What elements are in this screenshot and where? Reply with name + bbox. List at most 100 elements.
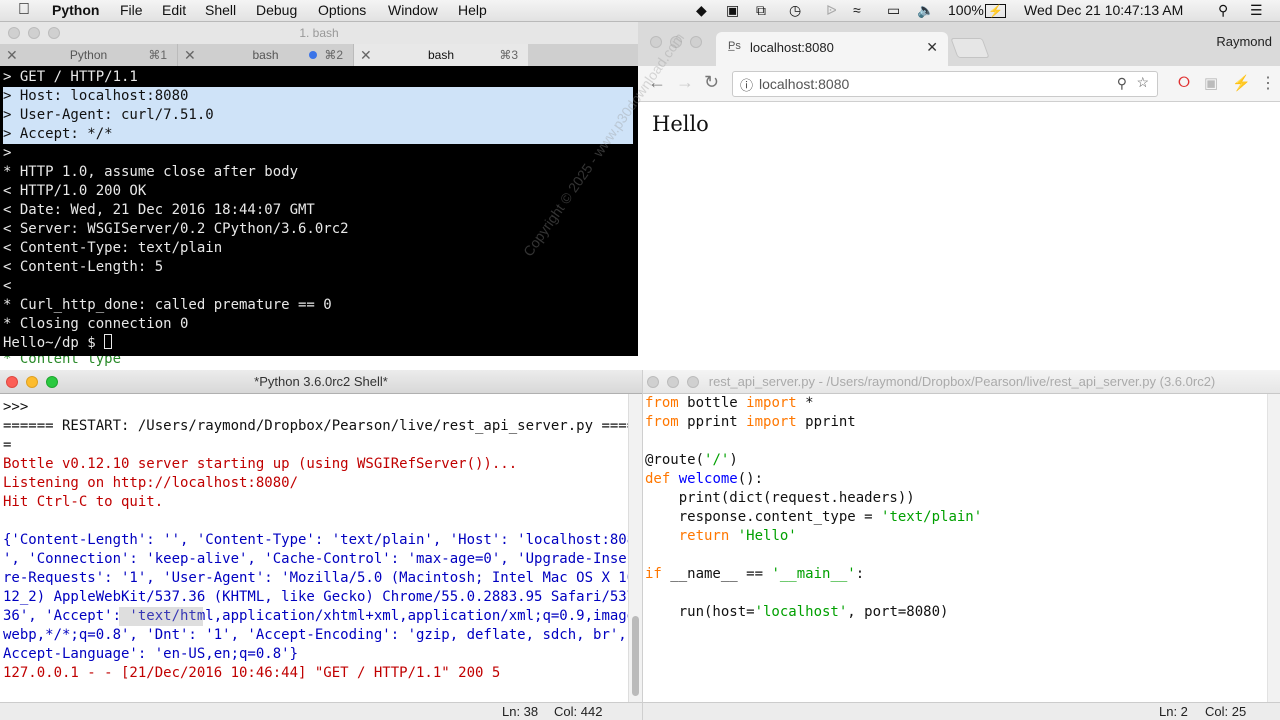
scrollbar-thumb[interactable] (632, 616, 639, 696)
bookmark-star-icon[interactable]: ☆ (1136, 74, 1149, 91)
extension-icon[interactable]: ▣ (1204, 74, 1218, 92)
menu-debug[interactable]: Debug (256, 2, 297, 18)
shell-line: Hit Ctrl-C to quit. (3, 494, 164, 510)
column-number: Col: 442 (554, 704, 603, 719)
close-button[interactable] (6, 376, 18, 388)
terminal-tab-2[interactable]: ✕ bash ⌘2 (178, 44, 354, 66)
shell-line: 127.0.0.1 - - [21/Dec/2016 10:46:44] "GE… (3, 665, 501, 681)
column-number: Col: 25 (1205, 704, 1247, 719)
shell-line: ====== RESTART: /Users/raymond/Dropbox/P… (3, 418, 653, 434)
clock[interactable]: Wed Dec 21 10:47:13 AM (1024, 2, 1183, 18)
terminal-line: < (3, 278, 12, 294)
battery-percent[interactable]: 100% (948, 2, 984, 18)
terminal-line: > (3, 145, 12, 161)
menu-icon[interactable]: ⋮ (1260, 73, 1276, 93)
menu-bar:  Python File Edit Shell Debug Options W… (0, 0, 1280, 22)
volume-icon[interactable]: 🔈 (917, 2, 934, 19)
bluetooth-icon[interactable]: ᐉ (826, 2, 837, 19)
opera-extension-icon[interactable]: ⭘ (1178, 74, 1190, 91)
terminal-line: * HTTP 1.0, assume close after body (3, 164, 299, 180)
shell-scrollbar[interactable] (628, 394, 642, 702)
browser-tab[interactable]: P̲s localhost:8080 ✕ (716, 32, 948, 66)
zoom-button[interactable] (48, 27, 60, 39)
zoom-button[interactable] (46, 376, 58, 388)
zoom-icon[interactable]: ⚲ (1117, 75, 1127, 92)
terminal-line: < Server: WSGIServer/0.2 CPython/3.6.0rc… (3, 221, 349, 237)
terminal-line: > Accept: */* (3, 125, 633, 144)
terminal-output[interactable]: > GET / HTTP/1.1 > Host: localhost:8080 … (0, 66, 638, 356)
menu-app-name[interactable]: Python (52, 2, 99, 18)
lightning-extension-icon[interactable]: ⚡ (1232, 74, 1251, 92)
terminal-tab-bar: ✕ Python ⌘1 ✕ bash ⌘2 ✕ bash ⌘3 (0, 44, 638, 66)
time-machine-icon[interactable]: ◷ (789, 2, 801, 19)
idle-editor-window: rest_api_server.py - /Users/raymond/Drop… (642, 370, 1280, 720)
shell-line: = (3, 437, 12, 453)
battery-icon[interactable]: ⚡ (985, 4, 1006, 18)
terminal-line: < Date: Wed, 21 Dec 2016 18:44:07 GMT (3, 202, 315, 218)
close-button[interactable] (650, 36, 662, 48)
minimize-button[interactable] (26, 376, 38, 388)
editor-scrollbar[interactable] (1267, 394, 1280, 702)
terminal-line: > Host: localhost:8080 (3, 87, 633, 106)
info-icon[interactable]: ⓘ (740, 75, 753, 94)
browser-toolbar: ← → ↻ ⓘ localhost:8080 ⚲ ☆ ⭘ ▣ ⚡ ⋮ (638, 66, 1280, 102)
text-selection (119, 607, 203, 626)
menu-edit[interactable]: Edit (162, 2, 186, 18)
copy-icon[interactable]: ⧉ (756, 2, 766, 19)
shell-line: 36', 'Accept': 'text/html,application/xh… (3, 608, 644, 624)
line-number: Ln: 2 (1159, 704, 1188, 719)
code-line: return 'Hello' (678, 528, 797, 544)
zoom-button[interactable] (687, 376, 699, 388)
back-icon[interactable]: ← (648, 72, 666, 93)
zoom-button[interactable] (690, 36, 702, 48)
code-editor[interactable]: from bottle import * from pprint import … (643, 394, 1267, 702)
tab-shortcut: ⌘3 (499, 48, 518, 62)
terminal-window: 1. bash ✕ Python ⌘1 ✕ bash ⌘2 ✕ bash ⌘3 … (0, 22, 638, 356)
terminal-tab-1[interactable]: ✕ Python ⌘1 (0, 44, 178, 66)
menu-file[interactable]: File (120, 2, 143, 18)
terminal-line: < HTTP/1.0 200 OK (3, 183, 147, 199)
spotlight-icon[interactable]: ⚲ (1218, 2, 1228, 19)
terminal-tab-3[interactable]: ✕ bash ⌘3 (354, 44, 528, 66)
menu-options[interactable]: Options (318, 2, 366, 18)
tab-shortcut: ⌘1 (148, 48, 167, 62)
menu-window[interactable]: Window (388, 2, 438, 18)
profile-name[interactable]: Raymond (1216, 34, 1272, 49)
reload-icon[interactable]: ↻ (704, 72, 719, 93)
minimize-button[interactable] (667, 376, 679, 388)
menu-list-icon[interactable]: ☰ (1250, 2, 1263, 19)
dropbox-icon[interactable]: ◆ (696, 2, 707, 19)
screen-icon[interactable]: ▣ (726, 2, 739, 19)
minimize-button[interactable] (670, 36, 682, 48)
shell-title: *Python 3.6.0rc2 Shell* (254, 374, 388, 389)
terminal-prompt[interactable]: Hello~/dp $ (3, 334, 633, 353)
new-tab-button[interactable] (950, 38, 990, 58)
page-text: Hello (652, 112, 709, 136)
menu-help[interactable]: Help (458, 2, 487, 18)
close-tab-icon[interactable]: ✕ (926, 39, 938, 56)
forward-icon[interactable]: → (676, 72, 694, 93)
activity-dot-icon (309, 51, 317, 59)
close-button[interactable] (647, 376, 659, 388)
terminal-line: > User-Agent: curl/7.51.0 (3, 106, 633, 125)
idle-shell-window: *Python 3.6.0rc2 Shell* >>> ====== RESTA… (0, 370, 652, 720)
terminal-title: 1. bash (299, 26, 339, 40)
code-line: from bottle import * (645, 395, 814, 411)
minimize-button[interactable] (28, 27, 40, 39)
shell-line: webp,*/*;q=0.8', 'Dnt': '1', 'Accept-Enc… (3, 627, 644, 643)
menu-shell[interactable]: Shell (205, 2, 236, 18)
browser-page: Hello (638, 102, 1280, 370)
wifi-icon[interactable]: ≈ (853, 2, 861, 18)
apple-menu-icon[interactable]:  (18, 1, 30, 19)
airplay-icon[interactable]: ▭ (887, 2, 900, 19)
code-line: @route('/') (645, 452, 738, 468)
browser-tab-bar: P̲s localhost:8080 ✕ Raymond (638, 22, 1280, 66)
code-line: response.content_type = 'text/plain' (645, 509, 983, 525)
address-bar[interactable]: ⓘ localhost:8080 ⚲ ☆ (732, 71, 1158, 97)
python-favicon-icon: P̲s (728, 40, 741, 52)
code-line: if __name__ == '__main__': (645, 566, 865, 582)
code-line: def welcome(): (645, 471, 764, 487)
tab-shortcut: ⌘2 (324, 48, 343, 62)
close-button[interactable] (8, 27, 20, 39)
shell-output[interactable]: >>> ====== RESTART: /Users/raymond/Dropb… (0, 394, 652, 702)
